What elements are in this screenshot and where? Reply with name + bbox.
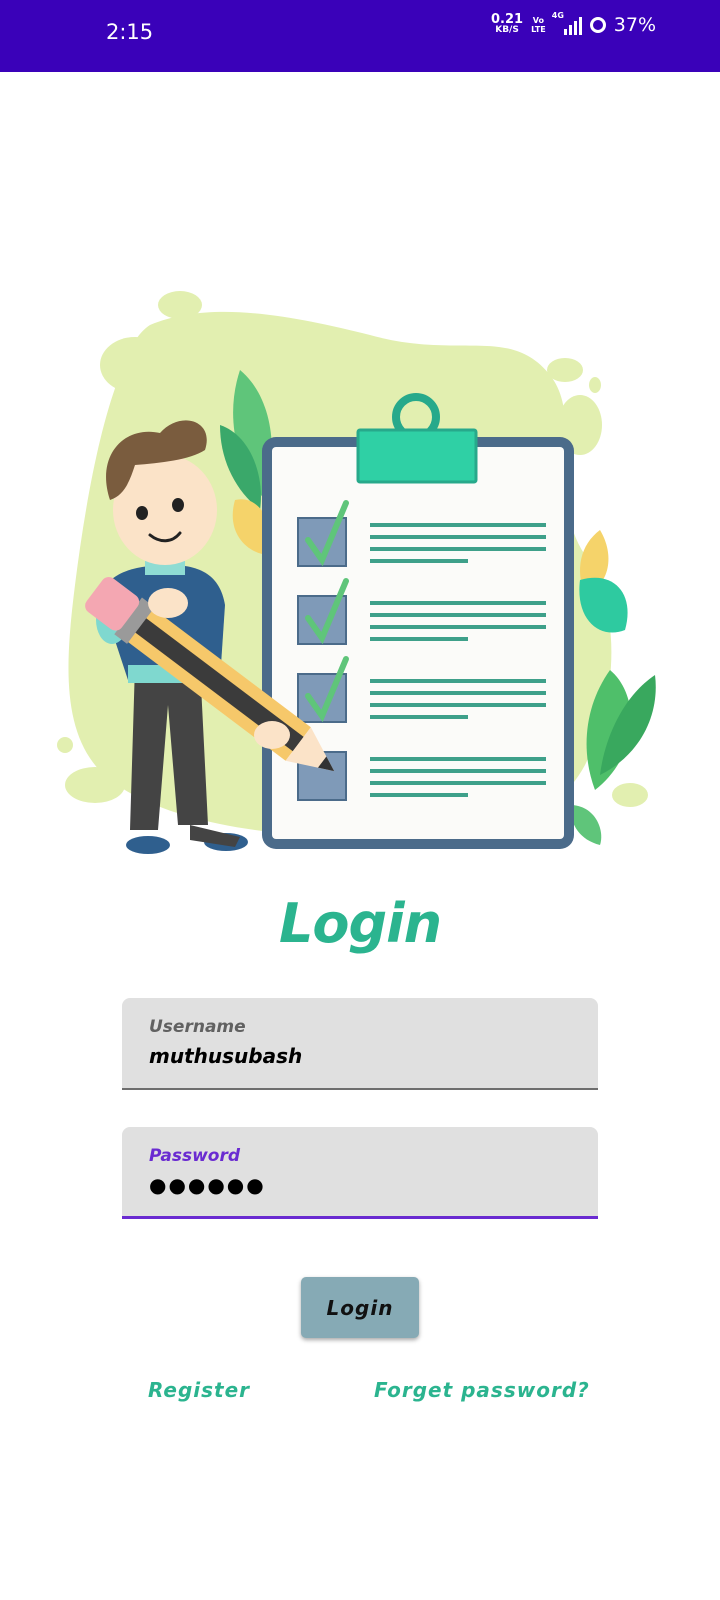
- leaf-green-right-3: [570, 805, 602, 845]
- clipboard-clip: [356, 428, 478, 484]
- network-speed: 0.21 KB/S: [490, 12, 524, 35]
- blob-dot: [158, 291, 202, 319]
- network-speed-unit: KB/S: [495, 25, 519, 35]
- volte-icon: Vo LTE: [531, 16, 546, 34]
- shoe-left: [126, 836, 170, 854]
- blob-dot: [57, 737, 73, 753]
- register-link[interactable]: Register: [148, 1378, 250, 1402]
- username-input[interactable]: muthusubash: [149, 1044, 302, 1068]
- volte-top-text: Vo: [532, 16, 545, 25]
- forget-password-link[interactable]: Forget password?: [374, 1378, 590, 1402]
- signal-icon: 4G: [552, 11, 582, 35]
- blob-dot: [65, 767, 125, 803]
- signal-bar-1: [563, 29, 567, 35]
- signal-bar-2: [568, 25, 572, 35]
- username-field[interactable]: Username muthusubash: [122, 998, 598, 1090]
- battery-icon: [589, 17, 606, 33]
- network-type: 4G: [551, 11, 564, 20]
- hand-right: [254, 721, 290, 749]
- blob-dot: [612, 783, 648, 807]
- blob-dot: [589, 377, 601, 393]
- password-label: Password: [149, 1146, 241, 1166]
- login-button[interactable]: Login: [301, 1277, 419, 1338]
- username-label: Username: [149, 1017, 246, 1037]
- password-field[interactable]: Password ●●●●●●: [122, 1127, 598, 1219]
- network-speed-value: 0.21: [490, 12, 524, 27]
- blob-dot: [547, 358, 583, 382]
- status-bar: 2:15 0.21 KB/S Vo LTE 4G 37%: [0, 0, 720, 72]
- login-title: Login: [278, 892, 442, 955]
- status-icons: 0.21 KB/S Vo LTE 4G 37%: [490, 11, 656, 36]
- password-input[interactable]: ●●●●●●: [149, 1173, 266, 1197]
- hand-left: [148, 588, 188, 618]
- signal-bar-3: [573, 21, 577, 35]
- signal-bar-4: [578, 17, 582, 35]
- status-time: 2:15: [106, 20, 154, 44]
- volte-bottom-text: LTE: [531, 25, 546, 34]
- battery-percent: 37%: [613, 14, 656, 36]
- blob-dot: [100, 337, 170, 393]
- person-checklist-illustration: [57, 291, 656, 854]
